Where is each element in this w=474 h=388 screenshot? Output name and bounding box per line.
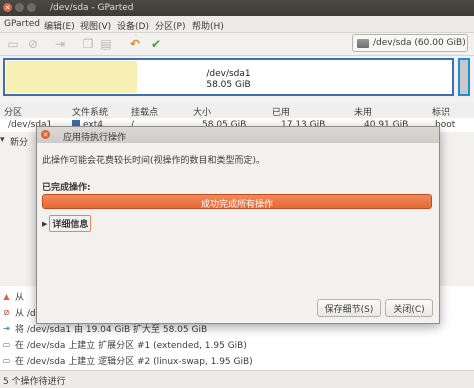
apply-icon[interactable]: ✔ [148,36,164,52]
list-item[interactable]: ▭ 在 /dev/sda 上建立 扩展分区 #1 (extended, 1.95… [2,336,247,352]
delete-icon[interactable]: ⊘ [25,36,41,52]
dialog-message: 此操作可能会花费较长时间(视操作的数目和类型而定)。 [42,156,266,166]
diskmap-unallocated[interactable] [458,58,470,96]
window-title: /dev/sda - GParted [50,3,134,13]
close-button[interactable]: 关闭(C) [385,299,433,317]
expander-icon[interactable]: ▾ [0,135,5,145]
expander-arrow-icon: ▶ [42,219,48,228]
close-icon[interactable]: ✕ [41,130,50,139]
completed-operations-label: 已完成操作: [42,183,91,193]
harddisk-icon [357,38,369,48]
delete-icon: ⊘ [3,307,10,317]
col-flags[interactable]: 标识 [432,105,450,118]
status-text: 5 个操作待进行 [3,377,66,387]
menu-partition[interactable]: 分区(P) [155,19,185,32]
device-selector[interactable]: /dev/sda (60.00 GiB) [352,34,468,52]
col-filesystem[interactable]: 文件系统 [72,105,108,118]
dialog-titlebar: ✕ 应用待执行操作 [37,127,439,143]
diskmap-partition-label: /dev/sda1 [206,69,251,79]
cell-partition: 新分 [10,138,29,148]
disk-map: /dev/sda1 58.05 GiB [3,58,470,96]
resize-icon: ⇥ [3,323,10,333]
new-partition-icon: ▭ [2,339,11,349]
menu-edit[interactable]: 编辑(E) [44,19,75,32]
status-bar: 5 个操作待进行 [0,370,474,388]
dialog-title: 应用待执行操作 [63,133,127,143]
apply-operations-dialog: ✕ 应用待执行操作 此操作可能会花费较长时间(视操作的数目和类型而定)。 已完成… [36,126,440,324]
save-details-button[interactable]: 保存细节(S) [317,299,381,317]
paste-icon[interactable]: ▤ [98,36,114,52]
col-partition[interactable]: 分区 [4,105,22,118]
new-partition-icon[interactable]: ▭ [5,36,21,52]
col-unused[interactable]: 未用 [354,105,372,118]
window-maximize-icon[interactable] [27,3,36,12]
col-mountpoint[interactable]: 挂载点 [131,105,158,118]
copy-icon[interactable]: ❐ [80,36,96,52]
details-expander[interactable]: ▶ 详细信息 [42,215,92,232]
menu-gparted[interactable]: GParted [4,19,40,29]
progress-bar: 成功完成所有操作 [42,194,432,209]
window-titlebar: ✕ /dev/sda - GParted [0,0,474,16]
menu-device[interactable]: 设备(D) [117,19,149,32]
progress-text: 成功完成所有操作 [200,200,273,209]
list-item[interactable]: ▲ 从 [2,288,24,304]
diskmap-partition-size: 58.05 GiB [206,80,251,90]
warning-icon: ▲ [3,291,10,301]
details-label: 详细信息 [49,215,92,232]
partition-table-header: 分区 文件系统 挂载点 大小 已用 未用 标识 [0,102,474,119]
new-partition-icon: ▭ [2,355,11,365]
device-selector-label: /dev/sda (60.00 GiB) [373,38,466,48]
list-item[interactable]: ▭ 在 /dev/sda 上建立 逻辑分区 #2 (linux-swap, 1.… [2,352,253,368]
menu-help[interactable]: 帮助(H) [192,19,224,32]
col-size[interactable]: 大小 [193,105,211,118]
menu-view[interactable]: 视图(V) [80,19,111,32]
col-used[interactable]: 已用 [272,105,290,118]
undo-icon[interactable]: ↶ [127,36,143,52]
diskmap-partition-sda1[interactable]: /dev/sda1 58.05 GiB [3,58,454,96]
window-minimize-icon[interactable] [15,3,24,12]
menubar: GParted 编辑(E) 视图(V) 设备(D) 分区(P) 帮助(H) [0,16,474,33]
resize-icon[interactable]: ⇥ [52,36,68,52]
window-close-icon[interactable]: ✕ [3,3,12,12]
